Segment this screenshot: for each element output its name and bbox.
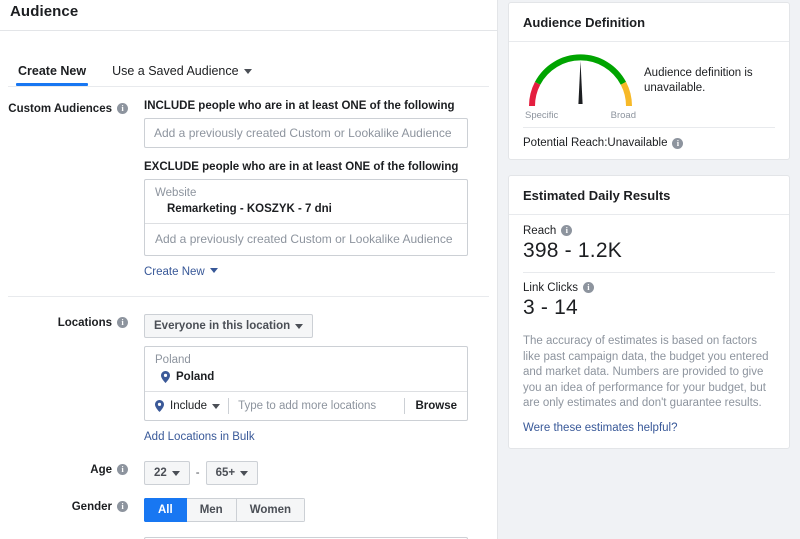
link-clicks-metric: Link Clicks i 3 - 14 The accuracy of esti…: [509, 273, 789, 448]
include-heading: INCLUDE people who are in at least ONE o…: [144, 100, 455, 112]
location-search-placeholder: Type to add more locations: [238, 400, 377, 412]
custom-audiences-row: Custom Audiences i INCLUDE people who are…: [0, 100, 497, 280]
info-icon[interactable]: i: [582, 282, 594, 293]
location-category-label: Poland: [155, 354, 191, 366]
estimates-helpful-link[interactable]: Were these estimates helpful?: [523, 422, 775, 434]
custom-audiences-body: INCLUDE people who are in at least ONE o…: [128, 100, 497, 280]
chevron-down-icon: [243, 69, 252, 75]
location-include-value: Include: [170, 400, 208, 412]
gender-option-men[interactable]: Men: [186, 498, 237, 522]
exclude-heading: EXCLUDE people who are in at least ONE o…: [144, 161, 459, 173]
map-pin-icon: [155, 400, 164, 412]
location-item[interactable]: Poland: [145, 369, 467, 391]
age-body: 22 - 65+: [128, 461, 497, 485]
exclude-audience-input[interactable]: Add a previously created Custom or Looka…: [145, 224, 467, 255]
locations-box: Poland Poland Include Type to add more l…: [144, 346, 468, 421]
audience-tabs: Create New Use a Saved Audience: [0, 31, 497, 86]
potential-reach-text: Potential Reach:Unavailable: [523, 137, 668, 149]
info-icon[interactable]: i: [117, 317, 128, 328]
include-audience-placeholder: Add a previously created Custom or Looka…: [154, 126, 452, 140]
tab-create-new[interactable]: Create New: [15, 64, 89, 86]
location-include-dropdown[interactable]: Include: [145, 400, 228, 412]
gender-option-all[interactable]: All: [144, 498, 187, 522]
tab-use-saved-audience[interactable]: Use a Saved Audience: [112, 64, 252, 86]
gauge-label-specific: Specific: [525, 110, 559, 121]
audience-definition-body: Specific Broad Audience definition is un…: [509, 42, 789, 127]
location-scope-value: Everyone in this location: [154, 320, 291, 332]
browse-locations-button[interactable]: Browse: [405, 400, 467, 412]
age-max-value: 65+: [215, 467, 236, 479]
location-search-input[interactable]: Type to add more locations: [229, 400, 404, 412]
page-title: Audience: [10, 3, 79, 20]
age-range-separator: -: [195, 467, 200, 479]
chevron-down-icon: [209, 268, 218, 274]
chevron-down-icon: [240, 470, 249, 476]
tabs-divider: [8, 86, 489, 87]
link-clicks-metric-label-row: Link Clicks i: [523, 282, 775, 294]
chevron-down-icon: [171, 470, 180, 476]
audience-definition-title: Audience Definition: [523, 15, 646, 30]
info-icon[interactable]: i: [117, 501, 128, 512]
info-icon[interactable]: i: [672, 137, 684, 149]
audience-definition-card: Audience Definition Specific Broad Audie…: [508, 2, 790, 160]
estimates-disclaimer: The accuracy of estimates is based on fa…: [523, 335, 769, 409]
age-min-value: 22: [154, 467, 167, 479]
gender-option-women[interactable]: Women: [236, 498, 306, 522]
locations-label: Locations i: [0, 314, 128, 329]
info-icon[interactable]: i: [117, 103, 128, 114]
location-scope-dropdown[interactable]: Everyone in this location: [144, 314, 314, 338]
reach-metric-label-row: Reach i: [523, 225, 775, 237]
reach-metric: Reach i 398 - 1.2K: [509, 215, 789, 272]
exclude-audience-placeholder: Add a previously created Custom or Looka…: [155, 232, 453, 246]
locations-row: Locations i Everyone in this location Pol…: [0, 314, 497, 445]
include-audience-input[interactable]: Add a previously created Custom or Looka…: [144, 118, 468, 148]
audience-definition-note: Audience definition is unavailable.: [644, 67, 753, 94]
exclude-audience-item[interactable]: Remarketing - KOSZYK - 7 dni: [145, 201, 467, 223]
reach-metric-value: 398 - 1.2K: [523, 239, 622, 262]
reach-metric-label: Reach: [523, 225, 557, 237]
gauge-label-broad: Broad: [610, 110, 636, 121]
gender-label: Gender i: [0, 498, 128, 513]
age-row: Age i 22 - 65+: [0, 461, 497, 485]
estimated-daily-results-title: Estimated Daily Results: [523, 188, 671, 203]
age-min-dropdown[interactable]: 22: [144, 461, 190, 485]
info-icon[interactable]: i: [117, 464, 128, 475]
estimated-daily-results-card: Estimated Daily Results Reach i 398 - 1.2…: [508, 175, 790, 449]
link-clicks-metric-value: 3 - 14: [523, 296, 578, 319]
location-add-row: Include Type to add more locations Brows…: [145, 392, 467, 420]
gender-row: Gender i All Men Women: [0, 498, 497, 522]
tab-use-saved-audience-label: Use a Saved Audience: [112, 64, 239, 78]
chevron-down-icon: [212, 403, 221, 409]
exclude-audience-box: Website Remarketing - KOSZYK - 7 dni Add…: [144, 179, 468, 256]
map-pin-icon: [161, 371, 170, 383]
estimates-panel: Audience Definition Specific Broad Audie…: [498, 0, 800, 539]
gauge-labels: Specific Broad: [523, 110, 638, 121]
age-label: Age i: [0, 461, 128, 476]
info-icon[interactable]: i: [561, 225, 573, 236]
exclude-category-label: Website: [155, 187, 197, 199]
locations-body: Everyone in this location Poland Poland: [128, 314, 497, 445]
age-max-dropdown[interactable]: 65+: [205, 461, 259, 485]
chevron-down-icon: [295, 323, 304, 329]
audience-form-panel: Audience Create New Use a Saved Audience…: [0, 0, 498, 539]
gender-body: All Men Women: [128, 498, 497, 522]
locations-section-divider: [8, 296, 489, 297]
tab-create-new-label: Create New: [18, 64, 87, 78]
audience-settings-screen: Audience Create New Use a Saved Audience…: [0, 0, 800, 539]
link-clicks-metric-label: Link Clicks: [523, 282, 578, 294]
custom-audiences-label: Custom Audiences i: [0, 100, 128, 115]
gauge-icon: [528, 54, 633, 107]
add-locations-in-bulk-link[interactable]: Add Locations in Bulk: [144, 431, 255, 443]
audience-definition-gauge-wrap: Specific Broad Audience definition is un…: [523, 52, 775, 121]
potential-reach-row: Potential Reach:Unavailable i: [509, 128, 789, 159]
gender-segmented-control: All Men Women: [144, 498, 306, 522]
create-new-audience-link[interactable]: Create New: [144, 266, 205, 278]
audience-definition-gauge: Specific Broad: [523, 52, 638, 121]
location-item-label: Poland: [176, 371, 215, 383]
